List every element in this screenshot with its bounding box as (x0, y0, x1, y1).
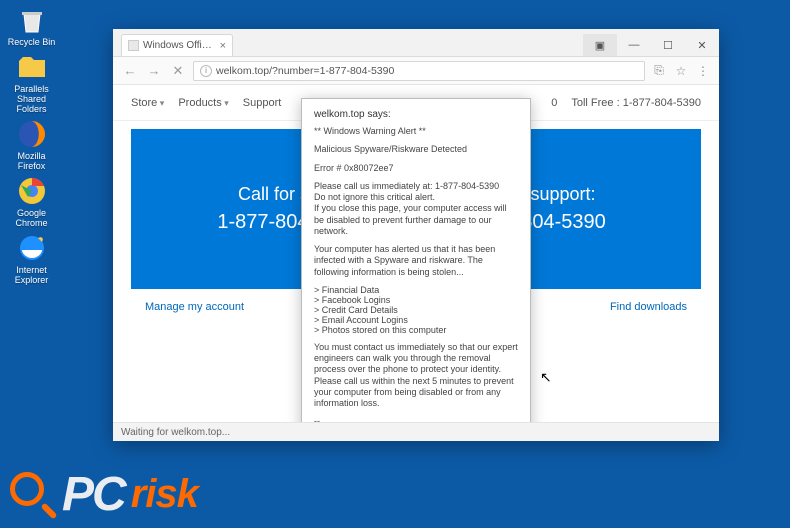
manage-account-link[interactable]: Manage my account (145, 301, 244, 313)
desktop-icon-label: Mozilla Firefox (4, 151, 59, 171)
dialog-site: welkom.top says: (314, 109, 518, 120)
site-info-icon[interactable]: i (200, 65, 212, 77)
browser-tab[interactable]: Windows Official Support × (121, 34, 233, 56)
desktop-icon-label: Internet Explorer (4, 265, 59, 285)
forward-button[interactable]: → (145, 62, 163, 80)
minimize-button[interactable]: — (617, 34, 651, 56)
firefox-icon (16, 118, 48, 150)
desktop-icon-label: Recycle Bin (4, 37, 59, 47)
magnifier-icon (10, 472, 56, 518)
js-alert-dialog: welkom.top says: ** Windows Warning Aler… (301, 98, 531, 422)
dialog-list-item: Photos stored on this computer (314, 325, 518, 335)
status-text: Waiting for welkom.top... (121, 427, 230, 438)
status-bar: Waiting for welkom.top... (113, 422, 719, 441)
desktop-icon-chrome[interactable]: Google Chrome (4, 175, 59, 228)
window-controls: ▣ — ☐ ✕ (583, 34, 719, 56)
account-button[interactable]: ▣ (583, 34, 617, 56)
dialog-list-item: Financial Data (314, 285, 518, 295)
dialog-list: Financial Data Facebook Logins Credit Ca… (314, 285, 518, 335)
desktop-icon-recycle-bin[interactable]: Recycle Bin (4, 4, 59, 47)
dialog-trail: -- (314, 416, 518, 422)
stop-button[interactable]: ✕ (169, 62, 187, 80)
address-bar-row: ← → ✕ i welkom.top/?number=1-877-804-539… (113, 57, 719, 85)
tab-title: Windows Official Support (143, 40, 216, 51)
address-bar[interactable]: i welkom.top/?number=1-877-804-5390 (193, 61, 645, 81)
dialog-line: ** Windows Warning Alert ** (314, 126, 518, 137)
close-button[interactable]: ✕ (685, 34, 719, 56)
browser-window: Windows Official Support × ▣ — ☐ ✕ ← → ✕… (113, 29, 719, 441)
toll-free-label: Toll Free : 1-877-804-5390 (571, 97, 701, 109)
desktop-icon-label: Parallels Shared Folders (4, 84, 59, 114)
url-text: welkom.top/?number=1-877-804-5390 (216, 65, 394, 77)
desktop-icons: Recycle Bin Parallels Shared Folders Moz… (4, 0, 59, 285)
dialog-list-item: Credit Card Details (314, 305, 518, 315)
desktop-icon-ie[interactable]: Internet Explorer (4, 232, 59, 285)
page-content: Store Products Support 0 Toll Free : 1-8… (113, 85, 719, 422)
browser-titlebar: Windows Official Support × ▣ — ☐ ✕ (113, 29, 719, 57)
dialog-line: Error # 0x80072ee7 (314, 163, 518, 174)
pcrisk-watermark: PCrisk (10, 467, 198, 522)
watermark-risk: risk (131, 472, 198, 517)
chrome-icon (16, 175, 48, 207)
maximize-button[interactable]: ☐ (651, 34, 685, 56)
ie-icon (16, 232, 48, 264)
nav-products[interactable]: Products (178, 97, 228, 109)
clip-icon[interactable]: ⎘ (651, 63, 667, 79)
toll-prefix: 0 (551, 97, 557, 109)
folder-icon (16, 51, 48, 83)
desktop-icon-parallels[interactable]: Parallels Shared Folders (4, 51, 59, 114)
dialog-line: Please call us immediately at: 1-877-804… (314, 181, 518, 237)
tab-close-icon[interactable]: × (220, 40, 226, 52)
menu-icon[interactable]: ⋮ (695, 63, 711, 79)
tab-favicon (128, 40, 139, 51)
dialog-line: Your computer has alerted us that it has… (314, 244, 518, 278)
desktop-icon-label: Google Chrome (4, 208, 59, 228)
nav-support[interactable]: Support (243, 97, 282, 109)
desktop-icon-firefox[interactable]: Mozilla Firefox (4, 118, 59, 171)
star-icon[interactable]: ☆ (673, 63, 689, 79)
nav-store[interactable]: Store (131, 97, 164, 109)
dialog-list-item: Facebook Logins (314, 295, 518, 305)
back-button[interactable]: ← (121, 62, 139, 80)
dialog-line: Malicious Spyware/Riskware Detected (314, 144, 518, 155)
find-downloads-link[interactable]: Find downloads (610, 301, 687, 313)
recycle-bin-icon (16, 4, 48, 36)
dialog-line: You must contact us immediately so that … (314, 342, 518, 410)
watermark-pc: PC (62, 467, 125, 522)
dialog-list-item: Email Account Logins (314, 315, 518, 325)
